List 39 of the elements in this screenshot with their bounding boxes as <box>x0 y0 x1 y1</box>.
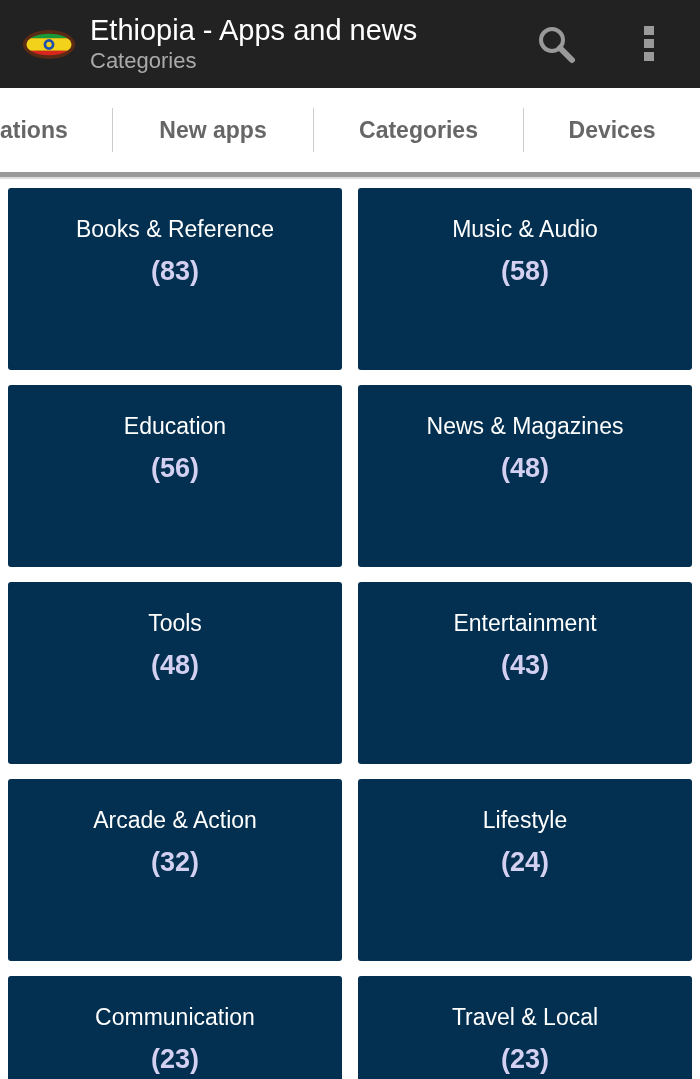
overflow-menu-icon[interactable] <box>644 26 654 62</box>
app-subtitle: Categories <box>90 47 198 75</box>
tab[interactable]: Devices <box>524 88 700 172</box>
category-tile[interactable]: Communication (23) <box>8 976 342 1079</box>
category-count: (56) <box>151 452 199 485</box>
category-tile[interactable]: Travel & Local (23) <box>358 976 692 1079</box>
category-name: Arcade & Action <box>93 806 257 835</box>
category-count: (43) <box>501 649 549 682</box>
app-title: Ethiopia - Apps and news <box>90 13 419 47</box>
category-name: Education <box>123 412 227 441</box>
category-name: Lifestyle <box>482 806 568 835</box>
category-tile[interactable]: Arcade & Action (32) <box>8 779 342 961</box>
category-name: Communication <box>95 1003 255 1032</box>
tab[interactable]: Categories <box>314 88 523 172</box>
search-icon[interactable] <box>536 24 576 64</box>
category-tile[interactable]: Music & Audio (58) <box>358 188 692 370</box>
category-name: News & Magazines <box>426 412 624 441</box>
category-tile[interactable]: Tools (48) <box>8 582 342 764</box>
category-tile[interactable]: News & Magazines (48) <box>358 385 692 567</box>
flag-icon[interactable] <box>22 28 76 60</box>
category-name: Travel & Local <box>451 1003 599 1032</box>
category-name: Books & Reference <box>75 215 275 244</box>
category-name: Tools <box>148 609 202 638</box>
category-count: (48) <box>501 452 549 485</box>
category-count: (24) <box>501 846 549 879</box>
tab[interactable]: ations <box>0 88 112 172</box>
category-tile[interactable]: Books & Reference (83) <box>8 188 342 370</box>
tab[interactable]: New apps <box>113 88 313 172</box>
category-name: Entertainment <box>453 609 597 638</box>
category-count: (83) <box>151 255 199 288</box>
category-tile[interactable]: Entertainment (43) <box>358 582 692 764</box>
category-name: Music & Audio <box>452 215 598 244</box>
category-count: (23) <box>501 1043 549 1076</box>
category-count: (58) <box>501 255 549 288</box>
category-tile[interactable]: Lifestyle (24) <box>358 779 692 961</box>
category-count: (48) <box>151 649 199 682</box>
category-tile[interactable]: Education (56) <box>8 385 342 567</box>
category-count: (23) <box>151 1043 199 1076</box>
category-count: (32) <box>151 846 199 879</box>
